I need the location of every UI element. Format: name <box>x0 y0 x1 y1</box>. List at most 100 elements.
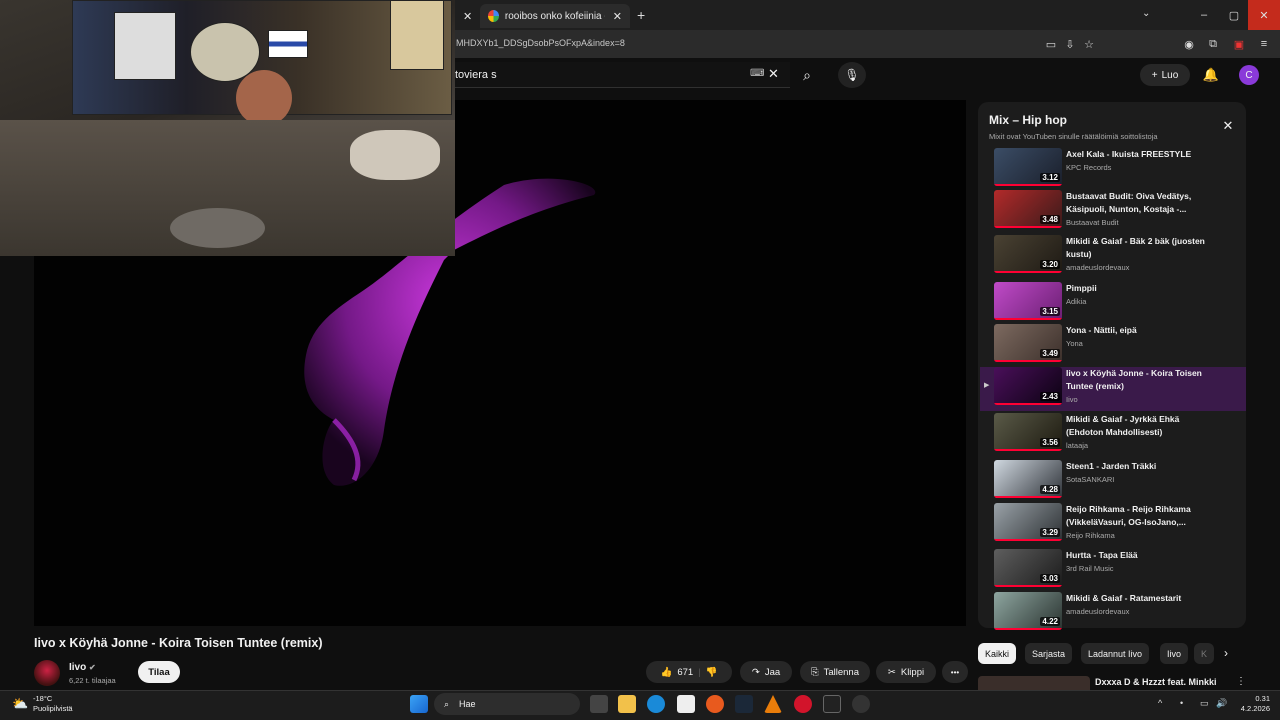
playlist-title[interactable]: Mix – Hip hop <box>989 113 1067 127</box>
search-input[interactable] <box>454 62 790 88</box>
now-playing-icon: ▶ <box>984 382 990 389</box>
download-icon[interactable]: ⇩ <box>1062 36 1078 52</box>
file-explorer-icon[interactable] <box>618 695 636 713</box>
recommendation-title[interactable]: Dxxxa D & Hzzzt feat. Minkki <box>1095 677 1217 687</box>
playlist-thumbnail[interactable]: 3.49 <box>994 324 1062 362</box>
close-icon[interactable]: ✕ <box>613 10 622 23</box>
clip-button[interactable]: ✂ Klippi <box>876 661 936 683</box>
close-icon[interactable]: ✕ <box>1220 118 1236 134</box>
chevron-right-icon[interactable]: › <box>1224 646 1228 660</box>
clear-search-icon[interactable]: ✕ <box>768 66 779 82</box>
terminal-icon[interactable] <box>823 695 841 713</box>
share-button[interactable]: ↷ Jaa <box>740 661 792 683</box>
playlist-item[interactable]: 3.48 Bustaavat Budit: Oiva Vedätys, Käsip… <box>980 190 1246 234</box>
more-vert-icon[interactable]: ⋮ <box>1236 676 1246 687</box>
create-button[interactable]: + Luo <box>1140 64 1190 86</box>
steam-icon[interactable] <box>735 695 753 713</box>
task-view-icon[interactable] <box>590 695 608 713</box>
extensions-icon[interactable]: ⧉ <box>1205 36 1221 52</box>
chip-sarjasta[interactable]: Sarjasta <box>1025 643 1073 664</box>
playlist-thumbnail[interactable]: 3.48 <box>994 190 1062 228</box>
taskbar-search[interactable]: ⌕ Hae <box>434 693 580 715</box>
maximize-button[interactable]: ▢ <box>1218 0 1250 30</box>
duration-badge: 3.29 <box>1040 528 1060 537</box>
save-button[interactable]: ⎘ Tallenna <box>800 661 870 683</box>
playlist-thumbnail[interactable]: 3.20 <box>994 235 1062 273</box>
weather-icon[interactable]: ⛅ <box>12 696 28 712</box>
new-tab-icon[interactable]: + <box>637 7 645 23</box>
install-app-icon[interactable]: ▭ <box>1043 36 1059 52</box>
chip-ladannut[interactable]: Ladannut Iivo <box>1081 643 1150 664</box>
profile-icon[interactable]: ◉ <box>1181 36 1197 52</box>
playlist-item[interactable]: 3.12 Axel Kala - Ikuista FREESTYLE KPC Rec… <box>980 148 1246 192</box>
voice-search-button[interactable]: 🎙 <box>838 62 866 88</box>
subscribe-button[interactable]: Tilaa <box>138 661 180 683</box>
close-window-button[interactable]: ✕ <box>1248 0 1280 30</box>
playlist-item[interactable]: 3.03 Hurtta - Tapa Elää 3rd Rail Music <box>980 549 1246 593</box>
opera-icon[interactable] <box>794 695 812 713</box>
weather-temp[interactable]: -18°C <box>33 694 52 703</box>
playlist-item[interactable]: ▶ 2.43 Iivo x Köyhä Jonne - Koira Toisen T… <box>980 367 1246 411</box>
playlist-item[interactable]: 3.20 Mikidi & Gaiaf - Bäk 2 bäk (juosten … <box>980 235 1246 279</box>
playlist-thumbnail[interactable]: 3.15 <box>994 282 1062 320</box>
tray-chevron-icon[interactable]: ^ <box>1158 698 1162 708</box>
tab-search-chevron-icon[interactable]: ⌄ <box>1142 8 1150 19</box>
keyboard-icon[interactable]: ⌨ <box>750 68 764 79</box>
store-icon[interactable] <box>677 695 695 713</box>
settings-gear-icon[interactable] <box>852 695 870 713</box>
subscriber-count: 6,22 t. tilaajaa <box>69 676 116 685</box>
watched-progress-bar <box>994 539 1062 541</box>
tab-close-prev[interactable]: ✕ <box>455 4 480 28</box>
clock[interactable]: 0.31 4.2.2026 <box>1224 694 1270 714</box>
wall-plate <box>236 70 292 126</box>
firefox-icon[interactable] <box>706 695 724 713</box>
playlist-thumbnail[interactable]: 4.28 <box>994 460 1062 498</box>
close-icon[interactable]: ✕ <box>463 10 472 23</box>
account-avatar[interactable]: C <box>1239 65 1259 85</box>
tray-mic-icon[interactable]: • <box>1180 698 1183 708</box>
menu-icon[interactable]: ≡ <box>1256 36 1272 52</box>
chip-more[interactable]: K <box>1194 643 1215 664</box>
playlist-item-channel: Iivo <box>1066 395 1078 404</box>
tab-active[interactable]: rooibos onko kofeiinia - Google ✕ <box>480 4 630 28</box>
playlist-item[interactable]: 4.22 Mikidi & Gaiaf - Ratamestarit amadeus… <box>980 592 1246 636</box>
playlist-thumbnail[interactable]: 3.03 <box>994 549 1062 587</box>
playlist-item[interactable]: 3.15 Pimppii Adikia <box>980 282 1246 326</box>
watched-progress-bar <box>994 449 1062 451</box>
bookmark-star-icon[interactable]: ☆ <box>1081 36 1097 52</box>
tab-label: rooibos onko kofeiinia - Google <box>504 10 605 22</box>
thumb-up-icon[interactable]: 👍 <box>660 667 672 678</box>
playlist-item-channel: amadeuslordevaux <box>1066 607 1130 616</box>
playlist-item-channel: amadeuslordevaux <box>1066 263 1130 272</box>
extension-icon[interactable]: ▣ <box>1231 36 1247 52</box>
network-icon[interactable]: ▭ <box>1200 698 1209 709</box>
playlist-item-channel: 3rd Rail Music <box>1066 564 1114 573</box>
start-windows-icon[interactable] <box>410 695 428 713</box>
weather-desc[interactable]: Puolipilvistä <box>33 704 73 713</box>
edge-icon[interactable] <box>647 695 665 713</box>
playlist-thumbnail[interactable]: 4.22 <box>994 592 1062 630</box>
playlist-item[interactable]: 3.29 Reijo Rihkama - Reijo Rihkama (Vikke… <box>980 503 1246 547</box>
url-field[interactable]: MHDXYb1_DDSgDsobPsOFxpA&index=8 <box>456 38 625 48</box>
playlist-item[interactable]: 3.49 Yona - Nättii, eipä Yona <box>980 324 1246 368</box>
pillow <box>350 130 440 180</box>
chip-iivo[interactable]: Iivo <box>1160 643 1189 664</box>
channel-avatar[interactable] <box>34 660 60 686</box>
playlist-item[interactable]: 3.56 Mikidi & Gaiaf - Jyrkkä Ehkä (Ehdoto… <box>980 413 1246 457</box>
playlist-item-channel: Adikia <box>1066 297 1087 306</box>
like-count[interactable]: 671 <box>677 667 693 678</box>
playlist-thumbnail[interactable]: 3.29 <box>994 503 1062 541</box>
thumb-down-icon[interactable]: 👎 <box>706 667 718 678</box>
more-actions-button[interactable]: ••• <box>942 661 968 683</box>
chip-kaikki[interactable]: Kaikki <box>978 643 1017 664</box>
playlist-thumbnail[interactable]: 2.43 <box>994 367 1062 405</box>
playlist-thumbnail[interactable]: 3.56 <box>994 413 1062 451</box>
playlist-item[interactable]: 4.28 Steen1 - Jarden Träkki SotaSANKARI <box>980 460 1246 504</box>
notifications-bell-icon[interactable]: 🔔 <box>1200 64 1222 86</box>
playlist-thumbnail[interactable]: 3.12 <box>994 148 1062 186</box>
recommendation-thumbnail[interactable] <box>978 676 1090 690</box>
channel-name[interactable]: Iivo ✔ <box>69 662 96 673</box>
minimize-button[interactable]: – <box>1188 0 1220 30</box>
duration-badge: 3.12 <box>1040 173 1060 182</box>
search-button[interactable]: ⌕ <box>792 62 822 88</box>
